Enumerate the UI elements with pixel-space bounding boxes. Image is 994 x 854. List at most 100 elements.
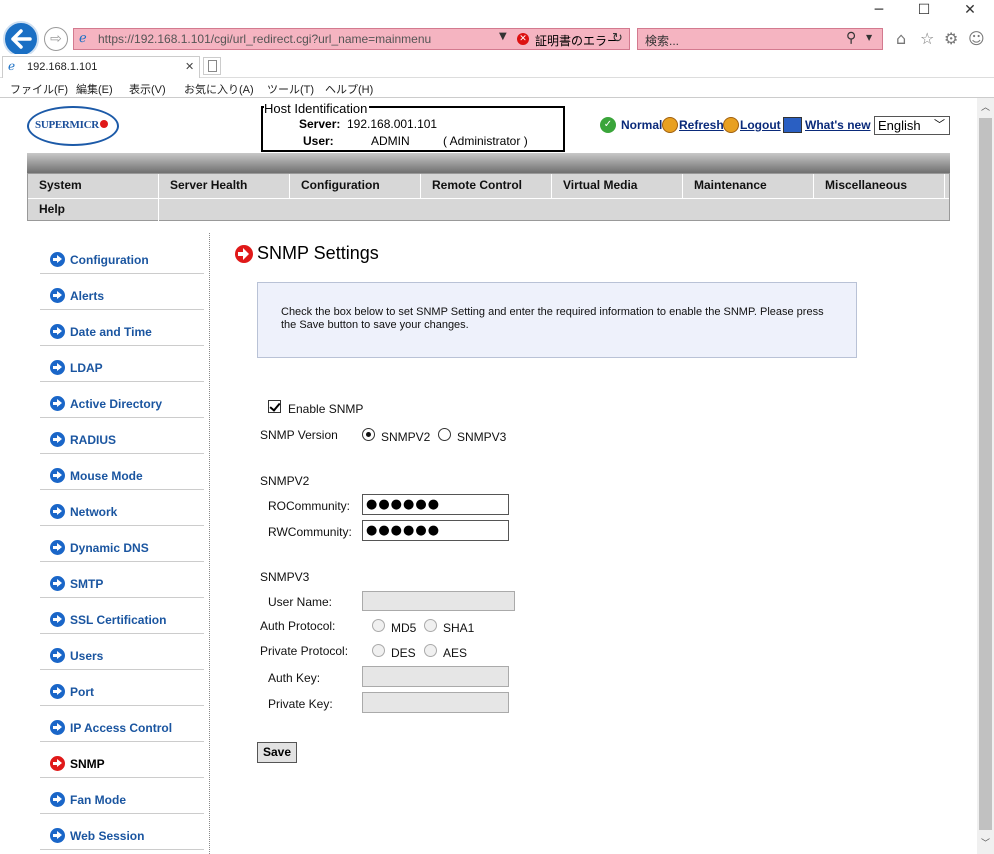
smiley-icon[interactable]: ☺ <box>968 29 985 48</box>
sidebar-item-label: Dynamic DNS <box>70 541 149 555</box>
sidebar-item-alerts[interactable]: Alerts <box>40 274 204 310</box>
sidebar-item-dynamic-dns[interactable]: Dynamic DNS <box>40 526 204 562</box>
host-identification: Host Identification Server: 192.168.001.… <box>261 101 565 152</box>
gear-icon[interactable]: ⚙ <box>944 29 958 48</box>
menu-favorites[interactable]: お気に入り(A) <box>184 81 254 97</box>
refresh-link[interactable]: Refresh <box>679 118 724 132</box>
chevron-down-icon[interactable]: ▼ <box>499 31 507 42</box>
username-input[interactable] <box>362 591 515 611</box>
private-key-label: Private Key: <box>268 697 333 711</box>
sidebar-item-snmp[interactable]: SNMP <box>40 742 204 778</box>
whats-new-link[interactable]: What's new <box>805 118 871 132</box>
supermicro-logo[interactable]: SUPERMICR <box>27 106 119 146</box>
favorites-star-icon[interactable]: ☆ <box>920 29 934 48</box>
menu-tools[interactable]: ツール(T) <box>267 81 314 97</box>
auth-key-input[interactable] <box>362 666 509 687</box>
page-title-arrow-icon <box>235 245 253 263</box>
arrow-right-icon <box>50 540 65 555</box>
nav-configuration[interactable]: Configuration <box>290 174 421 198</box>
arrow-right-icon <box>50 360 65 375</box>
info-text: Check the box below to set SNMP Setting … <box>281 306 824 331</box>
sidebar-item-configuration[interactable]: Configuration <box>40 238 204 274</box>
private-key-input[interactable] <box>362 692 509 713</box>
language-select[interactable]: English ﹀ <box>874 116 950 135</box>
menu-edit[interactable]: 編集(E) <box>76 81 113 97</box>
vertical-scrollbar[interactable]: ︿ ﹀ <box>977 98 994 854</box>
page-title: SNMP Settings <box>257 243 379 263</box>
arrow-right-icon <box>50 432 65 447</box>
sidebar-item-users[interactable]: Users <box>40 634 204 670</box>
sidebar-item-label: Users <box>70 649 104 663</box>
snmpv3-radio[interactable] <box>438 428 451 441</box>
menu-view[interactable]: 表示(V) <box>129 81 166 97</box>
sidebar-item-ldap[interactable]: LDAP <box>40 346 204 382</box>
reload-icon[interactable]: ↻ <box>612 31 623 46</box>
sidebar-item-ssl-certification[interactable]: SSL Certification <box>40 598 204 634</box>
back-button[interactable] <box>3 21 39 57</box>
nav-miscellaneous[interactable]: Miscellaneous <box>814 174 945 198</box>
tab-close-icon[interactable]: ✕ <box>185 60 194 73</box>
server-value: 192.168.001.101 <box>347 117 438 131</box>
whats-new-monitor-icon <box>783 117 802 133</box>
sha1-radio[interactable] <box>424 619 437 632</box>
sidebar-item-ip-access-control[interactable]: IP Access Control <box>40 706 204 742</box>
chevron-down-icon: ﹀ <box>934 119 945 131</box>
sidebar-item-label: Network <box>70 505 118 519</box>
sidebar-item-web-session[interactable]: Web Session <box>40 814 204 850</box>
menu-help[interactable]: ヘルプ(H) <box>325 81 373 97</box>
menu-file[interactable]: ファイル(F) <box>10 81 68 97</box>
sidebar-item-label: LDAP <box>70 361 103 375</box>
arrow-right-icon <box>50 252 65 267</box>
nav-remote-control[interactable]: Remote Control <box>421 174 552 198</box>
logout-link[interactable]: Logout <box>740 118 781 132</box>
home-icon[interactable]: ⌂ <box>896 29 906 48</box>
sidebar-item-fan-mode[interactable]: Fan Mode <box>40 778 204 814</box>
language-selected: English <box>878 118 921 133</box>
sidebar-item-date-and-time[interactable]: Date and Time <box>40 310 204 346</box>
sidebar-item-smtp[interactable]: SMTP <box>40 562 204 598</box>
main-nav: System Server Health Configuration Remot… <box>27 173 950 222</box>
nav-help[interactable]: Help <box>28 198 159 222</box>
browser-tab[interactable]: ℯ 192.168.1.101 ✕ <box>2 56 200 78</box>
aes-radio[interactable] <box>424 644 437 657</box>
search-dropdown-icon[interactable]: ▼ <box>866 33 872 42</box>
forward-button[interactable]: ⇨ <box>44 27 68 51</box>
sidebar-item-mouse-mode[interactable]: Mouse Mode <box>40 454 204 490</box>
search-placeholder: 検索... <box>645 34 680 48</box>
cert-error-label[interactable]: 証明書のエラー <box>535 32 619 49</box>
auth-protocol-label: Auth Protocol: <box>260 619 336 633</box>
nav-virtual-media[interactable]: Virtual Media <box>552 174 683 198</box>
nav-server-health[interactable]: Server Health <box>159 174 290 198</box>
scroll-up-icon[interactable]: ︿ <box>981 100 990 113</box>
search-box[interactable]: 検索... ⚲ ▼ <box>637 28 883 50</box>
nav-maintenance[interactable]: Maintenance <box>683 174 814 198</box>
sidebar-item-active-directory[interactable]: Active Directory <box>40 382 204 418</box>
rocommunity-input[interactable]: ●●●●●● <box>362 494 509 515</box>
save-button[interactable]: Save <box>257 742 297 763</box>
logo-text: SUPERMICR <box>35 119 108 131</box>
snmpv2-radio[interactable] <box>362 428 375 441</box>
search-icon[interactable]: ⚲ <box>846 30 856 46</box>
sidebar-item-label: Web Session <box>70 829 145 843</box>
scroll-down-icon[interactable]: ﹀ <box>981 836 990 849</box>
menu-bar: ファイル(F) 編集(E) 表示(V) お気に入り(A) ツール(T) ヘルプ(… <box>0 78 994 98</box>
new-tab-icon <box>208 60 217 72</box>
des-radio[interactable] <box>372 644 385 657</box>
rwcommunity-input[interactable]: ●●●●●● <box>362 520 509 541</box>
sidebar-item-radius[interactable]: RADIUS <box>40 418 204 454</box>
minimize-icon[interactable]: ─ <box>856 2 902 26</box>
maximize-icon[interactable]: ☐ <box>901 2 947 26</box>
enable-snmp-checkbox[interactable] <box>268 400 281 413</box>
md5-radio[interactable] <box>372 619 385 632</box>
close-window-icon[interactable]: ✕ <box>947 2 993 26</box>
sidebar-item-network[interactable]: Network <box>40 490 204 526</box>
nav-system[interactable]: System <box>28 174 159 198</box>
sidebar-item-port[interactable]: Port <box>40 670 204 706</box>
scrollbar-thumb[interactable] <box>979 118 992 830</box>
normal-link[interactable]: Normal <box>621 118 662 132</box>
address-bar[interactable]: ℯ https://192.168.1.101/cgi/url_redirect… <box>73 28 630 50</box>
new-tab-button[interactable] <box>203 57 221 75</box>
address-url: https://192.168.1.101/cgi/url_redirect.c… <box>98 32 432 46</box>
user-role: ( Administrator ) <box>443 134 528 148</box>
arrow-right-icon <box>50 288 65 303</box>
